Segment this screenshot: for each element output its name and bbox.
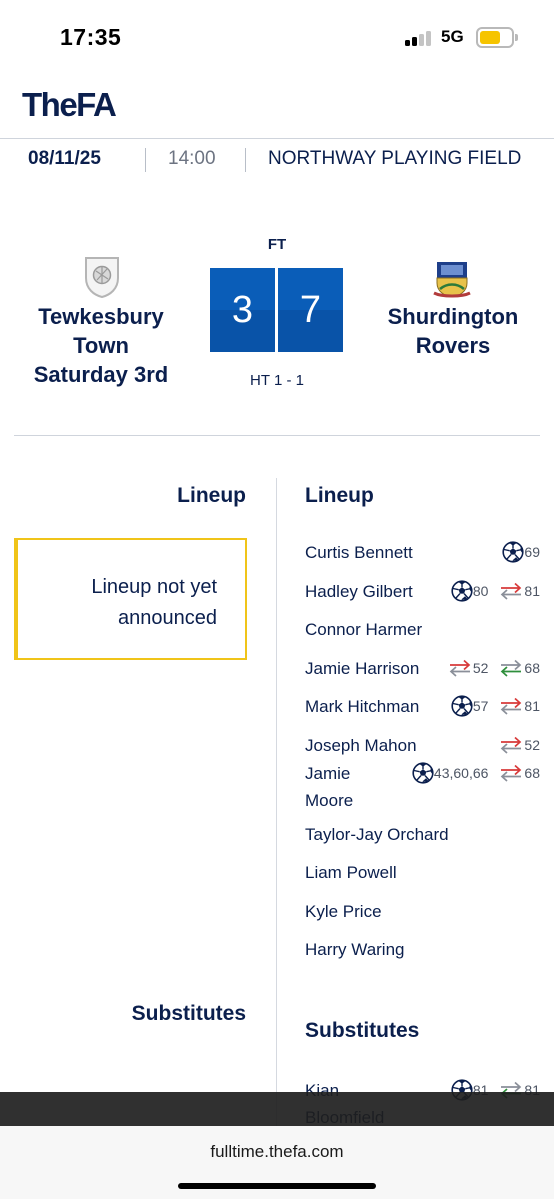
event-minute: 57 xyxy=(472,698,489,714)
sub-off-event: 68 xyxy=(498,763,540,783)
substitution-off-icon xyxy=(498,581,524,601)
football-icon xyxy=(502,541,525,563)
sub-off-event: 81 xyxy=(498,581,540,601)
lineup-column-divider xyxy=(276,478,277,1138)
goal-event: 57 xyxy=(451,695,489,717)
home-lineup-heading: Lineup xyxy=(177,484,246,507)
substitution-on-icon xyxy=(498,658,524,678)
player-name[interactable]: Taylor-Jay Orchard xyxy=(305,821,449,848)
player-name[interactable]: Jamie Moore xyxy=(305,760,365,814)
event-minute: 69 xyxy=(524,544,540,560)
player-name[interactable]: Harry Waring xyxy=(305,936,405,963)
info-separator xyxy=(145,148,146,172)
football-icon xyxy=(451,579,473,602)
goal-event: 43,60,66 xyxy=(412,762,489,784)
player-events: 52 68 xyxy=(437,655,540,681)
event-minute: 80 xyxy=(472,582,489,599)
player-name[interactable]: Jamie Harrison xyxy=(305,655,419,682)
home-substitutes-heading: Substitutes xyxy=(131,1002,246,1025)
match-date: 08/11/25 xyxy=(28,148,101,169)
player-events: 57 81 xyxy=(441,693,540,719)
cellular-signal-icon xyxy=(405,30,433,46)
goal-event: 69 xyxy=(502,541,540,563)
address-bar[interactable]: fulltime.thefa.com xyxy=(0,1126,554,1199)
substitution-off-icon xyxy=(498,763,524,783)
player-events: 69 xyxy=(492,539,540,565)
kickoff-time: 14:00 xyxy=(168,148,216,169)
lineup-not-announced-notice: Lineup not yet announced xyxy=(14,538,247,660)
substitution-off-icon xyxy=(498,735,524,755)
sub-off-event: 52 xyxy=(447,658,489,678)
football-icon xyxy=(412,762,434,784)
match-status: FT xyxy=(267,236,287,253)
player-events: 52 xyxy=(488,732,540,758)
player-events: 43,60,66 68 xyxy=(402,760,540,786)
venue-name: NORTHWAY PLAYING FIELD xyxy=(268,148,522,169)
half-time-score: HT 1 - 1 xyxy=(250,372,304,389)
event-minute: 52 xyxy=(524,736,540,753)
substitution-off-icon xyxy=(498,696,524,716)
away-substitutes-heading: Substitutes xyxy=(305,1019,420,1042)
football-icon xyxy=(451,695,473,717)
sub-on-event: 68 xyxy=(498,658,540,678)
url-text[interactable]: fulltime.thefa.com xyxy=(0,1142,554,1162)
away-lineup-heading: Lineup xyxy=(305,484,374,507)
player-name[interactable]: Mark Hitchman xyxy=(305,693,419,720)
home-team-crest-icon xyxy=(85,257,119,298)
network-type: 5G xyxy=(441,27,464,46)
away-score: 7 xyxy=(278,268,343,352)
event-minute: 43,60,66 xyxy=(433,765,489,781)
sub-off-event: 52 xyxy=(498,735,540,755)
event-minute: 68 xyxy=(524,765,540,781)
battery-icon xyxy=(476,27,518,48)
player-name[interactable]: Curtis Bennett xyxy=(305,539,413,566)
home-score-value: 3 xyxy=(231,289,254,331)
player-name[interactable]: Liam Powell xyxy=(305,859,397,886)
section-divider xyxy=(14,435,540,436)
fa-logo[interactable]: TheFA xyxy=(22,86,117,124)
substitution-off-icon xyxy=(447,658,473,678)
player-events: 80 81 xyxy=(441,578,540,604)
player-name[interactable]: Hadley Gilbert xyxy=(305,578,413,605)
clock: 17:35 xyxy=(60,24,122,50)
browser-toolbar xyxy=(0,1092,554,1126)
event-minute: 81 xyxy=(524,582,540,599)
match-info-bar: 08/11/25 14:00 NORTHWAY PLAYING FIELD xyxy=(0,148,554,176)
away-team-name[interactable]: Shurdington Rovers xyxy=(378,302,528,360)
info-separator xyxy=(245,148,246,172)
away-score-value: 7 xyxy=(299,289,322,331)
home-indicator[interactable] xyxy=(178,1183,376,1189)
player-name[interactable]: Kyle Price xyxy=(305,898,382,925)
home-score: 3 xyxy=(210,268,275,352)
event-minute: 52 xyxy=(472,659,489,676)
sub-off-event: 81 xyxy=(498,696,540,716)
header-divider xyxy=(0,138,554,139)
away-team-crest-icon xyxy=(433,262,471,298)
event-minute: 68 xyxy=(524,659,540,676)
goal-event: 80 xyxy=(451,579,489,602)
status-bar: 17:35 5G xyxy=(0,0,554,68)
event-minute: 81 xyxy=(524,698,540,714)
player-name[interactable]: Joseph Mahon xyxy=(305,732,417,759)
player-name[interactable]: Connor Harmer xyxy=(305,616,422,643)
